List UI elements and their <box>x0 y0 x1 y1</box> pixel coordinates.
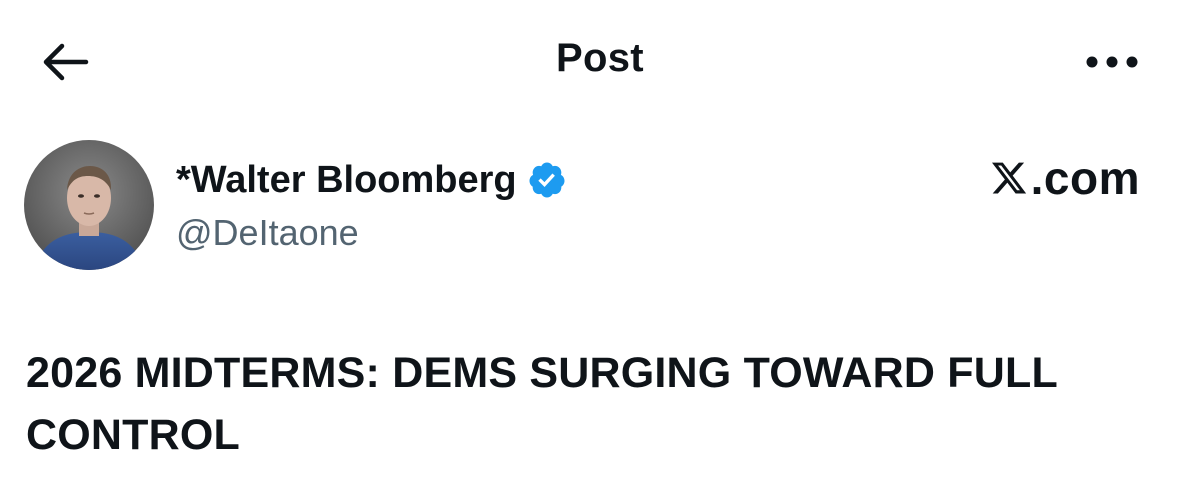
post-body-text: 2026 MIDTERMS: DEMS SURGING TOWARD FULL … <box>26 349 1058 459</box>
author-display-name: *Walter Bloomberg <box>176 158 517 201</box>
more-horizontal-icon <box>1086 56 1138 68</box>
verified-badge-icon <box>529 162 565 198</box>
top-navigation-bar: Post <box>0 0 1200 120</box>
watermark-text: .com <box>1030 152 1140 204</box>
avatar[interactable] <box>24 140 154 270</box>
more-options-button[interactable] <box>1082 42 1142 82</box>
profile-photo <box>24 140 154 270</box>
author-handle[interactable]: @DeItaone <box>176 212 359 254</box>
x-logo-icon <box>991 162 1026 194</box>
post-author: *Walter Bloomberg @DeItaone .com <box>0 130 1200 280</box>
author-name-row[interactable]: *Walter Bloomberg <box>176 156 567 204</box>
x-watermark: .com <box>989 150 1140 206</box>
page-title: Post <box>556 36 644 80</box>
